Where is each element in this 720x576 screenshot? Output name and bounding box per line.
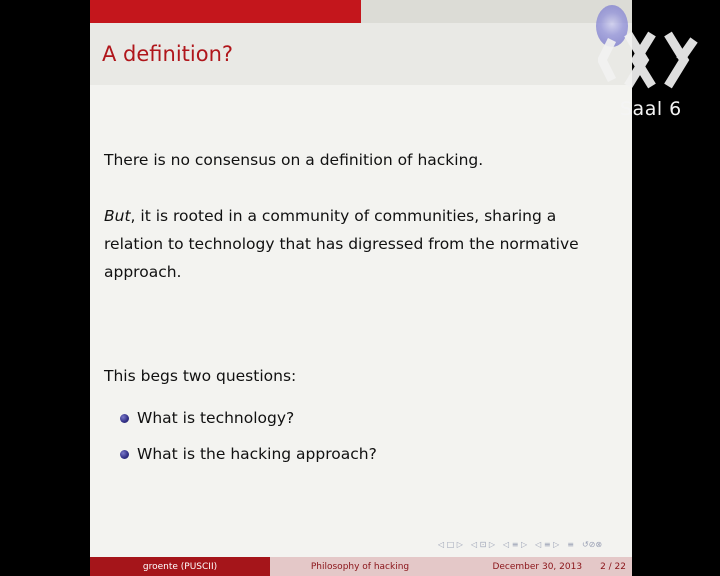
slide-footer: groente (PUSCII) Philosophy of hacking D…: [90, 557, 632, 576]
progress-bar-fill: [90, 0, 361, 23]
footer-talk-title: Philosophy of hacking: [270, 557, 450, 576]
progress-bar: [90, 0, 632, 23]
paragraph-questions-intro: This begs two questions:: [104, 367, 297, 385]
slide-title: A definition?: [102, 42, 234, 66]
paragraph-community: But, it is rooted in a community of comm…: [104, 202, 614, 286]
footer-page-number: 2 / 22: [600, 561, 626, 572]
paragraph-consensus: There is no consensus on a definition of…: [104, 151, 484, 169]
nav-document-icon[interactable]: ◁ ≡ ▷: [535, 540, 559, 549]
list-item: What is the hacking approach?: [120, 436, 377, 472]
footer-date-page: December 30, 2013 2 / 22: [450, 557, 632, 576]
presentation-slide: A definition? There is no consensus on a…: [90, 0, 632, 576]
bullet-icon: [120, 413, 129, 423]
paragraph-community-text: , it is rooted in a community of communi…: [104, 207, 579, 281]
list-item-text: What is the hacking approach?: [137, 445, 377, 463]
list-item: What is technology?: [120, 400, 377, 436]
video-frame: A definition? There is no consensus on a…: [0, 0, 720, 576]
nav-toc-icon[interactable]: ≡: [567, 540, 574, 549]
nav-search-icon[interactable]: ↺⊘⊗: [582, 540, 602, 549]
beamer-navigation: ◁ □ ▷ ◁ ⊡ ▷ ◁ ≡ ▷ ◁ ≡ ▷ ≡ ↺⊘⊗: [438, 540, 602, 549]
room-label: Saal 6: [620, 98, 682, 120]
footer-date: December 30, 2013: [492, 561, 583, 572]
nav-subsection-icon[interactable]: ◁ ⊡ ▷: [471, 540, 495, 549]
list-item-text: What is technology?: [137, 409, 295, 427]
nav-section-icon[interactable]: ◁ ≡ ▷: [503, 540, 527, 549]
footer-author: groente (PUSCII): [90, 557, 270, 576]
congress-logo-icon: [598, 31, 698, 89]
nav-frame-icon[interactable]: ◁ □ ▷: [438, 540, 463, 549]
question-list: What is technology? What is the hacking …: [120, 400, 377, 472]
paragraph-emphasis: But: [104, 207, 131, 225]
bullet-icon: [120, 449, 129, 459]
